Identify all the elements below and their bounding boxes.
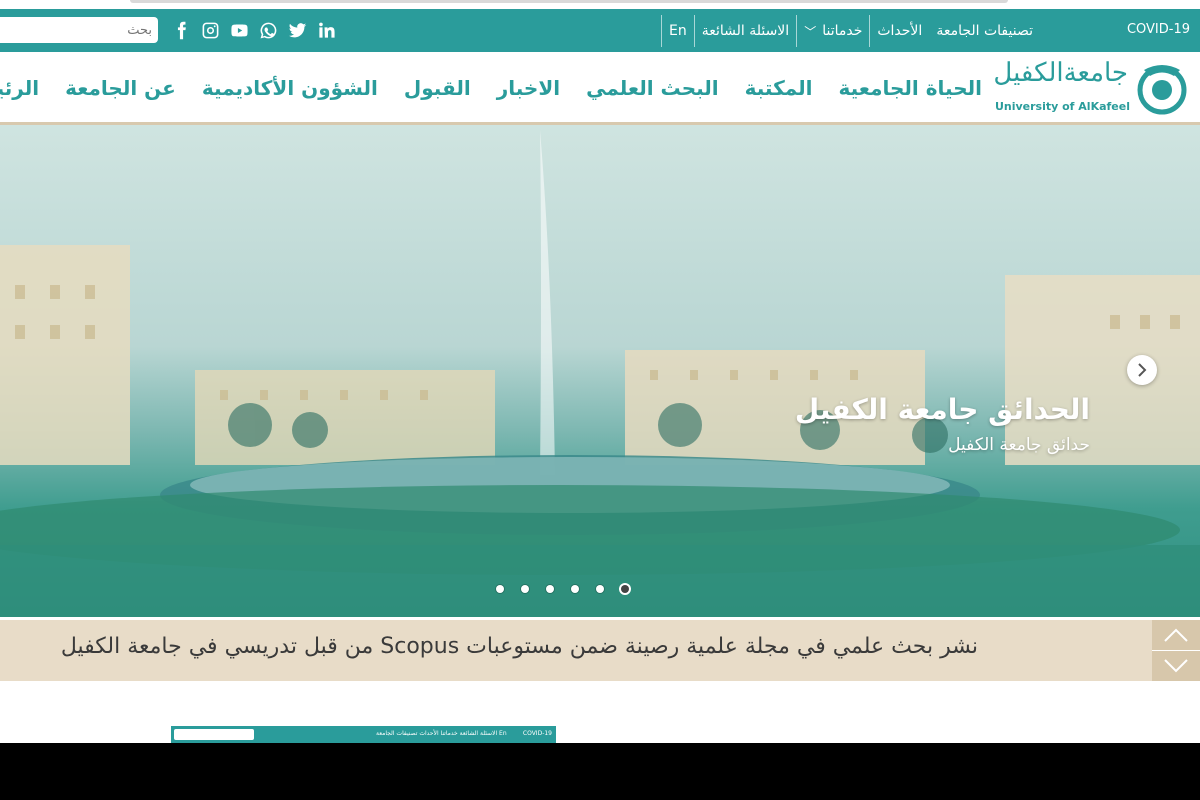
language-link[interactable]: En [660, 15, 694, 47]
logo-arabic: جامعةالكفيل [993, 58, 1128, 88]
search-input[interactable] [0, 17, 158, 43]
slider-dot-4[interactable] [571, 585, 579, 593]
covid-link[interactable]: COVID-19 [1127, 22, 1190, 37]
nav-news[interactable]: الاخبار [497, 76, 560, 100]
logo-english: University of AlKafeel [994, 100, 1130, 113]
nav-academic-affairs[interactable]: الشؤون الأكاديمية [202, 76, 378, 100]
faq-link[interactable]: الاسئلة الشائعة [693, 15, 797, 47]
services-label: خدماتنا [822, 23, 863, 39]
slider-dot-1[interactable] [496, 585, 504, 593]
ticker-up-button[interactable] [1152, 620, 1200, 651]
chevron-up-icon [1164, 628, 1188, 642]
main-nav: الرئيسية عن الجامعة الشؤون الأكاديمية ال… [0, 76, 982, 100]
chevron-down-icon [1164, 659, 1188, 673]
next-slide-button[interactable] [1127, 355, 1157, 385]
news-ticker: نشر بحث علمي في مجلة علمية رصينة ضمن مست… [0, 620, 1200, 681]
page: En الاسئلة الشائعة خدماتنا ﹀ الأحداث تصني… [0, 0, 1200, 743]
hero-title: الحدائق جامعة الكفيل [794, 393, 1090, 426]
preview-search [174, 729, 254, 740]
embedded-preview: En الاسئلة الشائعة خدماتنا الأحداث تصنيف… [171, 726, 556, 743]
nav-campus-life[interactable]: الحياة الجامعية [839, 76, 982, 100]
nav-about[interactable]: عن الجامعة [65, 76, 176, 100]
preview-nav: En الاسئلة الشائعة خدماتنا الأحداث تصنيف… [376, 730, 507, 737]
youtube-icon[interactable] [228, 19, 250, 41]
whatsapp-icon[interactable] [257, 19, 279, 41]
twitter-icon[interactable] [286, 19, 308, 41]
ticker-down-button[interactable] [1152, 651, 1200, 681]
nav-research[interactable]: البحث العلمي [586, 76, 719, 100]
hero-image [0, 130, 1200, 617]
facebook-icon[interactable] [170, 19, 192, 41]
instagram-icon[interactable] [199, 19, 221, 41]
ticker-controls [1152, 620, 1200, 681]
university-logo[interactable]: جامعةالكفيل University of AlKafeel [993, 58, 1190, 116]
services-menu[interactable]: خدماتنا ﹀ [796, 15, 869, 47]
logo-mark-icon [1137, 65, 1187, 115]
nav-home[interactable]: الرئيسية [0, 76, 39, 100]
hero-slider: الحدائق جامعة الكفيل حدائق جامعة الكفيل [0, 125, 1200, 617]
slider-dot-2[interactable] [521, 585, 529, 593]
slider-dot-3[interactable] [546, 585, 554, 593]
top-bar: En الاسئلة الشائعة خدماتنا ﹀ الأحداث تصني… [0, 9, 1200, 52]
linkedin-icon[interactable] [315, 19, 337, 41]
preview-covid: COVID-19 [522, 730, 552, 737]
chevron-down-icon: ﹀ [804, 24, 817, 39]
nav-admission[interactable]: القبول [404, 76, 471, 100]
nav-library[interactable]: المكتبة [745, 76, 813, 100]
main-header: جامعةالكفيل University of AlKafeel الرئي… [0, 52, 1200, 126]
chevron-right-icon [1138, 363, 1147, 377]
top-nav: En الاسئلة الشائعة خدماتنا ﹀ الأحداث تصني… [660, 15, 1040, 47]
slider-dots [496, 585, 629, 593]
events-link[interactable]: الأحداث [869, 15, 929, 47]
slider-dot-5[interactable] [596, 585, 604, 593]
hero-subtitle: حدائق جامعة الكفيل [948, 435, 1090, 455]
slider-dot-6[interactable] [621, 585, 629, 593]
social-links [170, 19, 337, 41]
rankings-link[interactable]: تصنيفات الجامعة [929, 15, 1040, 47]
browser-strip [0, 0, 1200, 9]
ticker-headline[interactable]: نشر بحث علمي في مجلة علمية رصينة ضمن مست… [61, 634, 978, 659]
